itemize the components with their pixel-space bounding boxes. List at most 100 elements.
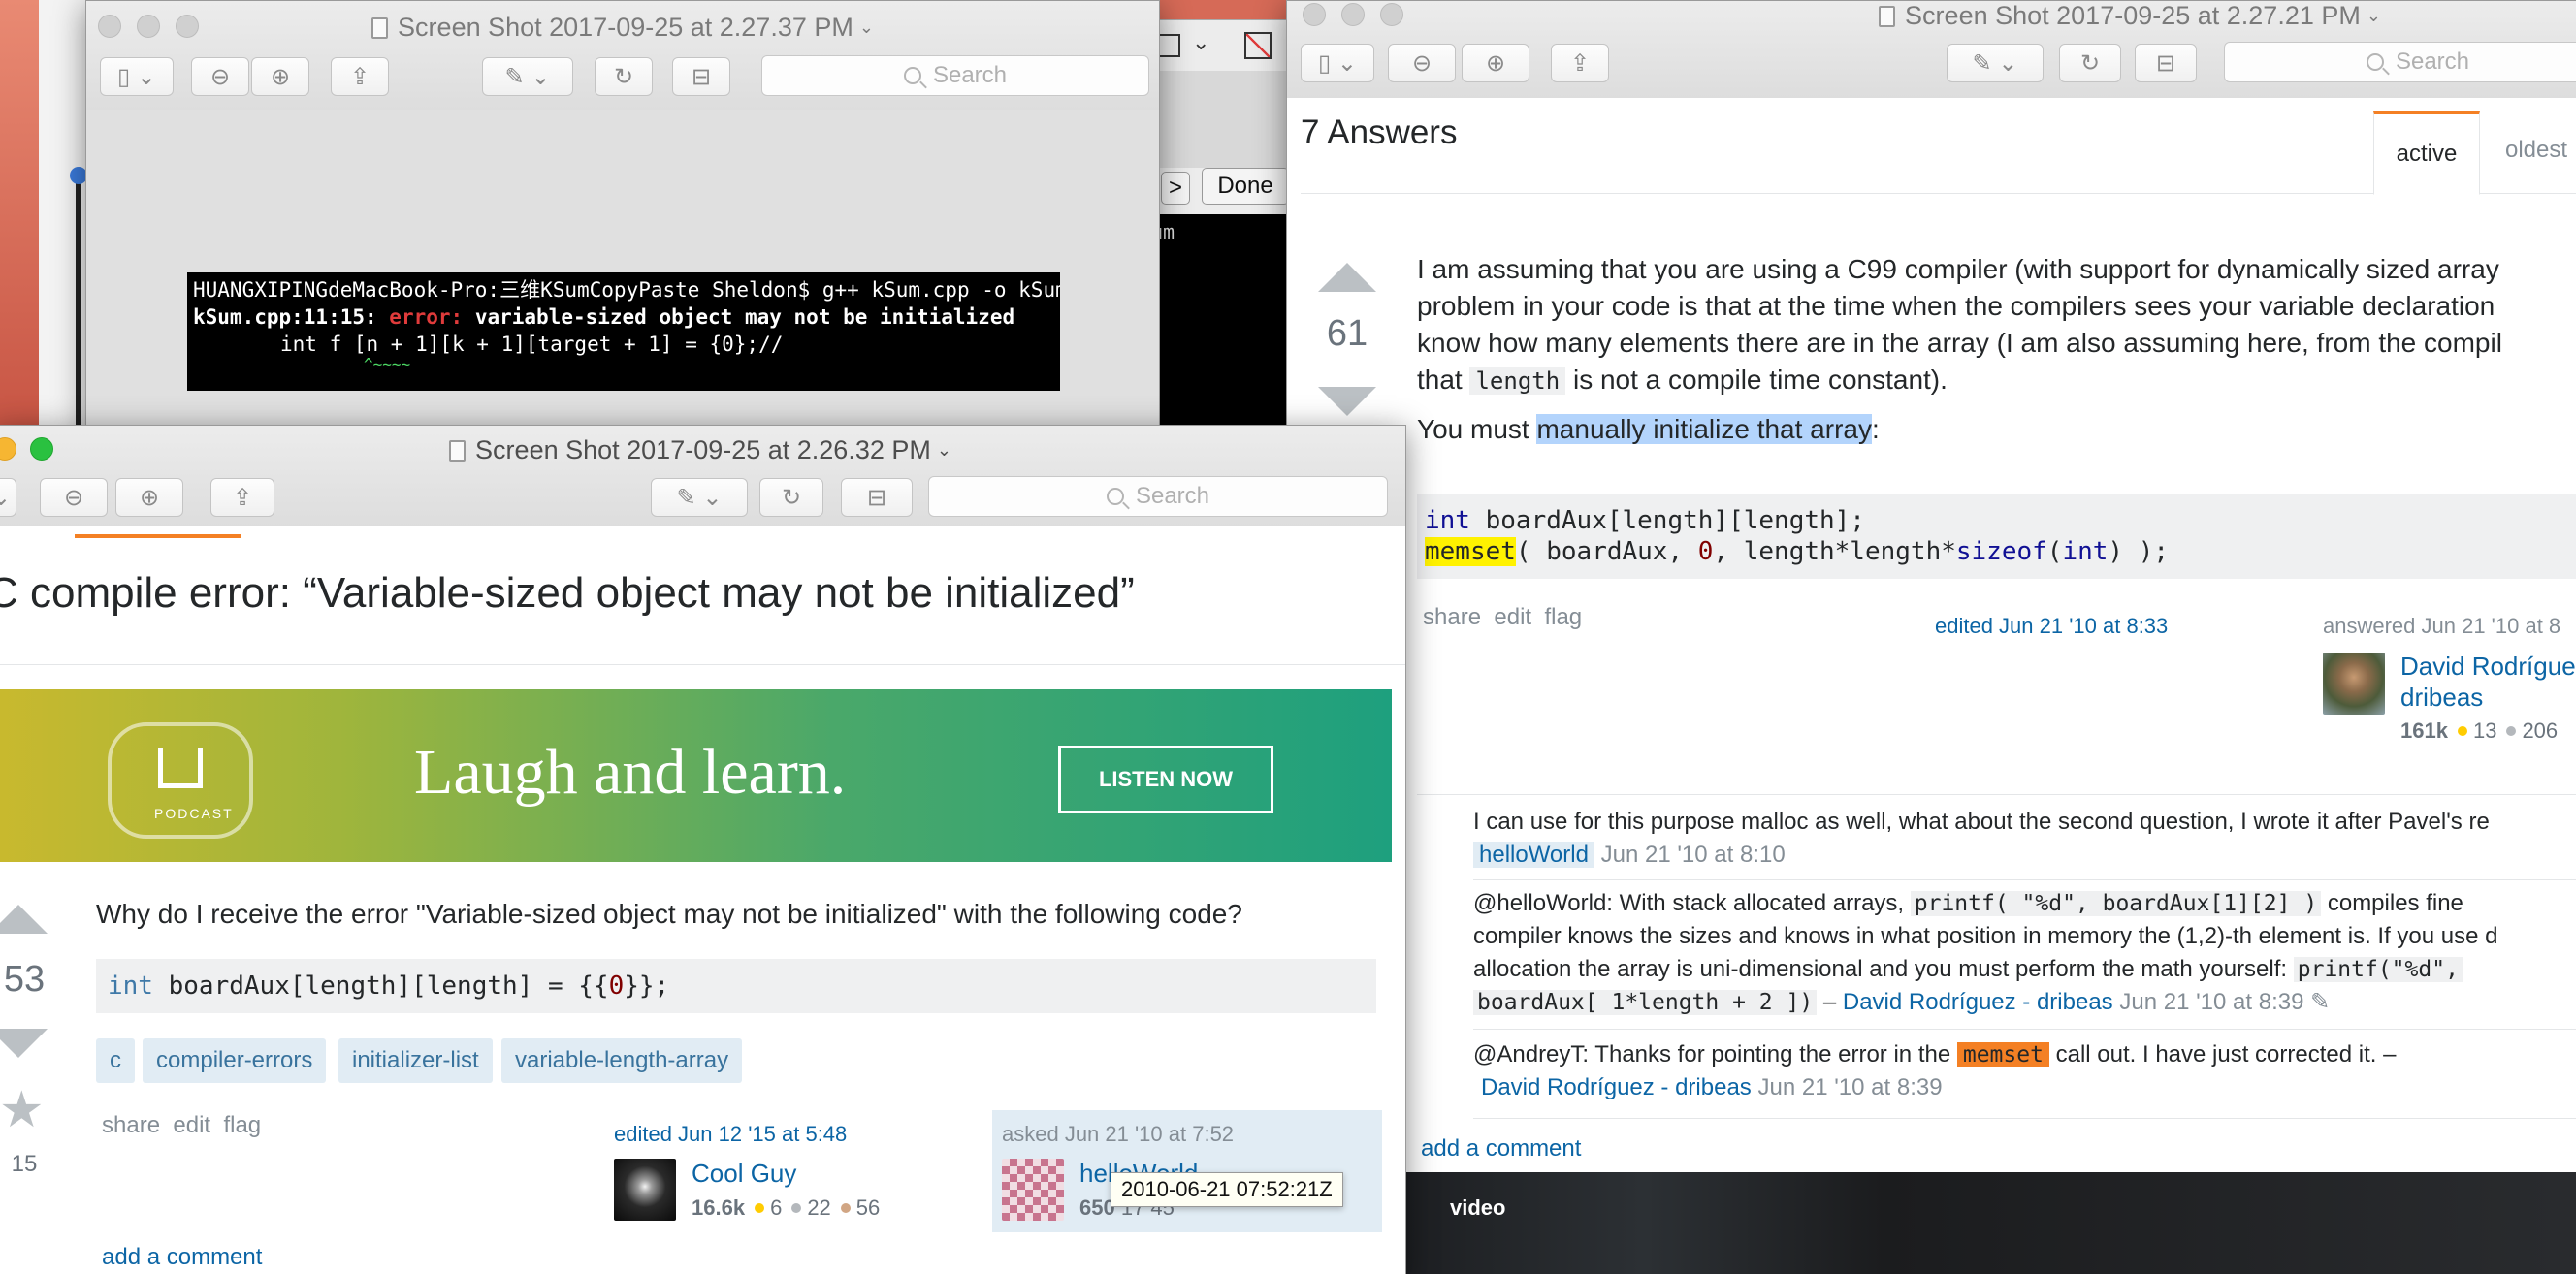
behind-terminal: um <box>1145 214 1301 447</box>
preview-window-front: Screen Shot 2017-09-25 at 2.26.32 PM⌄ ⌄ … <box>0 425 1406 1274</box>
author-name[interactable]: David Rodrígue dribeas <box>2400 651 2576 713</box>
tag-initializer-list[interactable]: initializer-list <box>338 1038 493 1083</box>
toolbox-button[interactable]: ⊟ <box>2135 44 2197 82</box>
zoom-out-button[interactable]: ⊖ <box>191 57 249 96</box>
comment-line: @AndreyT: Thanks for pointing the error … <box>1473 1038 2396 1071</box>
window-title-text: Screen Shot 2017-09-25 at 2.26.32 PM <box>475 435 931 464</box>
podcast-banner[interactable]: PODCAST Laugh and learn. LISTEN NOW <box>0 689 1392 862</box>
pen-icon: ✎ ⌄ <box>1972 49 2018 77</box>
tag-compiler-errors[interactable]: compiler-errors <box>143 1038 327 1083</box>
preview-window-right: Screen Shot 2017-09-25 at 2.27.21 PM ⌄ ▯ … <box>1286 0 2576 1274</box>
sidebar-toggle-button[interactable]: ⌄ <box>0 478 16 517</box>
edited-info[interactable]: edited Jun 21 '10 at 8:33 <box>1935 614 2168 639</box>
comment-user[interactable]: David Rodríguez - dribeas <box>1481 1074 1752 1100</box>
reputation-score: 161k <box>2400 718 2448 743</box>
answer-text: that <box>1417 365 1470 395</box>
editor-name[interactable]: Cool Guy <box>692 1159 796 1189</box>
search-field[interactable]: Search <box>2224 42 2576 82</box>
chevron-down-icon[interactable]: ⌄ <box>2367 6 2381 25</box>
answers-header: 7 Answers <box>1301 113 1458 151</box>
gold-count: 13 <box>2472 718 2497 743</box>
add-comment-link[interactable]: add a comment <box>1421 1135 1581 1163</box>
avatar[interactable] <box>614 1159 676 1221</box>
share-button[interactable]: ⇪ <box>331 57 389 96</box>
tab-oldest[interactable]: oldest <box>2505 137 2567 164</box>
zoom-out-icon: ⊖ <box>1411 49 1433 77</box>
rotate-button[interactable]: ↻ <box>2059 44 2121 82</box>
comment-meta: David Rodríguez - dribeas Jun 21 '10 at … <box>1473 1071 2396 1104</box>
flag-link[interactable]: flag <box>1544 604 1582 630</box>
listen-now-button[interactable]: LISTEN NOW <box>1058 746 1273 813</box>
comment-user-highlight[interactable]: helloWorld <box>1473 842 1594 868</box>
flag-link[interactable]: flag <box>223 1112 261 1138</box>
answer-line: that length is not a compile time consta… <box>1417 362 2576 399</box>
avatar[interactable] <box>1002 1159 1064 1221</box>
edit-link[interactable]: edit <box>1494 604 1531 630</box>
author-name-line: David Rodrígue <box>2400 652 2576 681</box>
no-fill-icon[interactable] <box>1244 32 1272 59</box>
zoom-in-button[interactable]: ⊕ <box>115 478 183 517</box>
share-link[interactable]: share <box>1423 604 1481 630</box>
add-comment-link[interactable]: add a comment <box>102 1244 262 1271</box>
chevron-down-icon[interactable]: ⌄ <box>937 440 951 460</box>
silver-count: 22 <box>807 1195 831 1220</box>
sidebar-toggle-button[interactable]: ▯ ⌄ <box>1301 44 1374 82</box>
bronze-count: 56 <box>855 1195 881 1220</box>
tag-c[interactable]: c <box>96 1038 135 1083</box>
zoom-in-button[interactable]: ⊕ <box>1462 44 1530 82</box>
selected-text[interactable]: manually initialize that array <box>1536 414 1872 444</box>
markup-button[interactable]: ✎ ⌄ <box>482 57 573 96</box>
pencil-icon: ✎ <box>2310 989 2331 1015</box>
search-icon <box>903 67 921 84</box>
zoom-out-button[interactable]: ⊖ <box>1388 44 1456 82</box>
comment-text: compiles fine <box>2321 890 2463 916</box>
search-icon <box>1106 488 1124 505</box>
search-field[interactable]: Search <box>928 476 1388 517</box>
search-field[interactable]: Search <box>761 55 1149 96</box>
comment-line: allocation the array is uni-dimensional … <box>1473 953 2497 986</box>
tag-label: initializer-list <box>352 1047 479 1073</box>
comment: @helloWorld: With stack allocated arrays… <box>1473 887 2497 1019</box>
toolbox-button[interactable]: ⊟ <box>841 478 913 517</box>
comment-text: call out. I have just corrected it. – <box>2048 1041 2397 1067</box>
video-label[interactable]: video <box>1450 1195 1505 1221</box>
share-link[interactable]: share <box>102 1112 160 1138</box>
comment-date: Jun 21 '10 at 8:39 <box>2119 989 2304 1015</box>
toolbox-button[interactable]: ⊟ <box>672 57 730 96</box>
question-title[interactable]: C compile error: “Variable-sized object … <box>0 569 1135 618</box>
terminal-line-4: ^~~~~ <box>364 355 411 373</box>
edit-link[interactable]: edit <box>173 1112 210 1138</box>
inline-code: boardAux[ 1*length + 2 ]) <box>1473 990 1818 1015</box>
avatar[interactable] <box>2323 653 2385 715</box>
rotate-button[interactable]: ↻ <box>759 478 823 517</box>
favorite-count: 15 <box>11 1151 38 1177</box>
rotate-button[interactable]: ↻ <box>595 57 653 96</box>
markup-button[interactable]: ✎ ⌄ <box>651 478 748 517</box>
terminal-screenshot: HUANGXIPINGdeMacBook-Pro:三维KSumCopyPaste… <box>187 272 1060 391</box>
downvote-button[interactable] <box>1318 387 1376 416</box>
edited-info[interactable]: edited Jun 12 '15 at 5:48 <box>614 1122 847 1147</box>
tag-variable-length-array[interactable]: variable-length-array <box>501 1038 743 1083</box>
downvote-button[interactable] <box>0 1029 48 1058</box>
zoom-in-button[interactable]: ⊕ <box>251 57 309 96</box>
arrow-button[interactable]: > <box>1161 172 1190 205</box>
share-icon: ⇪ <box>349 63 370 90</box>
search-placeholder: Search <box>2395 48 2470 75</box>
comment-user[interactable]: David Rodríguez - dribeas <box>1843 989 2113 1015</box>
tab-active[interactable]: active <box>2373 111 2480 195</box>
sidebar-toggle-button[interactable]: ▯ ⌄ <box>100 57 174 96</box>
toolbox-icon: ⊟ <box>866 484 887 511</box>
terminal-error: error: <box>389 305 475 329</box>
upvote-button[interactable] <box>0 905 48 934</box>
share-button[interactable]: ⇪ <box>1551 44 1609 82</box>
chevron-down-icon[interactable]: ⌄ <box>859 17 874 37</box>
share-button[interactable]: ⇪ <box>210 478 274 517</box>
upvote-button[interactable] <box>1318 263 1376 292</box>
comment-text: allocation the array is uni-dimensional … <box>1473 956 2294 982</box>
markup-button[interactable]: ✎ ⌄ <box>1947 44 2044 82</box>
comments-section: I can use for this purpose malloc as wel… <box>1417 794 2576 1163</box>
done-button[interactable]: Done <box>1202 168 1289 205</box>
document-icon <box>371 17 389 39</box>
favorite-star-icon[interactable]: ★ <box>0 1081 45 1139</box>
zoom-out-button[interactable]: ⊖ <box>40 478 108 517</box>
